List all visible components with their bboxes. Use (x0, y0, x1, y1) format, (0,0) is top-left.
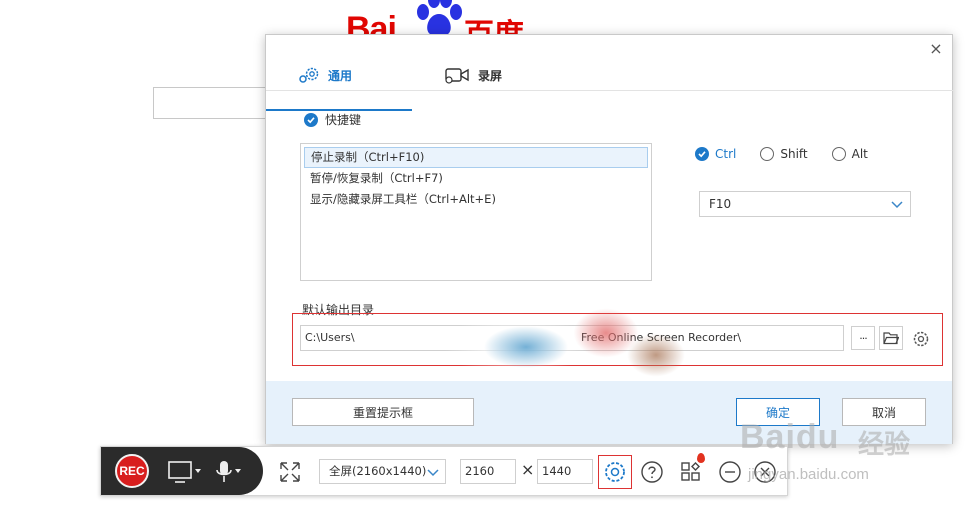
screen-source-button[interactable] (167, 459, 203, 485)
modifier-ctrl-label: Ctrl (715, 147, 737, 161)
recorder-toolbar: REC 全屏(2160x1440) 2160 × 1440 (100, 446, 788, 496)
radio-circle-icon (831, 147, 846, 161)
hotkey-item-toggle-toolbar[interactable]: 显示/隐藏录屏工具栏（Ctrl+Alt+E) (304, 189, 648, 210)
hotkey-item-stop[interactable]: 停止录制（Ctrl+F10) (304, 147, 648, 168)
browse-more-button[interactable]: ··· (851, 326, 875, 350)
baidu-watermark: Baidu (740, 418, 840, 456)
ellipsis-label: ··· (859, 331, 867, 345)
background-search-box (153, 87, 273, 119)
modifier-alt[interactable]: Alt (831, 147, 868, 161)
width-input[interactable]: 2160 (460, 459, 516, 484)
hot-flame-icon (697, 453, 705, 463)
tab-record[interactable]: 录屏 (444, 59, 502, 91)
question-mark-icon (641, 461, 663, 483)
folder-icon (883, 332, 899, 345)
modifier-alt-label: Alt (851, 147, 868, 161)
minus-circle-icon (719, 461, 741, 483)
watermark-url: jingyan.baidu.com (748, 466, 869, 483)
modifier-options: Ctrl Shift Alt (695, 147, 892, 161)
help-button[interactable] (639, 459, 665, 485)
hotkey-list[interactable]: 停止录制（Ctrl+F10) 暂停/恢复录制（Ctrl+F7) 显示/隐藏录屏工… (300, 143, 652, 281)
microphone-button[interactable] (213, 459, 243, 485)
key-dropdown-value: F10 (709, 197, 732, 211)
minimize-button[interactable] (717, 459, 743, 485)
settings-button[interactable] (598, 455, 632, 489)
chevron-down-icon (891, 201, 903, 209)
grid-icon (681, 462, 700, 481)
chevron-down-icon (427, 469, 439, 477)
hotkey-item-pause[interactable]: 暂停/恢复录制（Ctrl+F7) (304, 168, 648, 189)
dimension-separator: × (521, 460, 535, 479)
video-camera-icon (445, 68, 469, 84)
monitor-icon (168, 461, 201, 483)
tab-bar: 通用 录屏 (266, 55, 954, 111)
modifier-shift[interactable]: Shift (760, 147, 808, 161)
output-path-end: Free Online Screen Recorder\ (581, 331, 742, 344)
key-dropdown[interactable]: F10 (699, 191, 911, 217)
microphone-icon (216, 461, 241, 482)
modifier-ctrl[interactable]: Ctrl (695, 147, 736, 161)
output-settings-button[interactable] (910, 328, 932, 350)
output-path-input[interactable]: C:\Users\ Free Online Screen Recorder\ (300, 325, 844, 351)
hotkeys-section-title[interactable]: 快捷键 (304, 111, 361, 128)
expand-arrows-icon (280, 462, 300, 482)
baidu-watermark-cn: 经验 (858, 430, 911, 460)
settings-dialog: × 通用 录屏 快捷键 停止录制（Ctrl+F10) 暂停/恢复录制（Ctrl+… (265, 34, 954, 444)
tab-general[interactable]: 通用 (298, 59, 352, 91)
tab-record-label: 录屏 (478, 68, 503, 83)
tab-general-label: 通用 (328, 68, 353, 83)
dialog-footer: 重置提示框 确定 取消 (266, 381, 952, 444)
cancel-button[interactable]: 取消 (842, 398, 926, 426)
checkmark-icon (304, 112, 318, 127)
gear-icon (913, 331, 929, 347)
hotkeys-label: 快捷键 (325, 113, 362, 127)
fullscreen-button[interactable] (277, 459, 303, 485)
resolution-dropdown[interactable]: 全屏(2160x1440) (319, 459, 446, 484)
output-path-start: C:\Users\ (305, 331, 355, 344)
height-input[interactable]: 1440 (537, 459, 593, 484)
modifier-shift-label: Shift (780, 147, 808, 161)
toolbar-capture-controls: REC (101, 447, 263, 495)
reset-prompts-button[interactable]: 重置提示框 (292, 398, 474, 426)
rec-button[interactable]: REC (115, 454, 149, 488)
resolution-value: 全屏(2160x1440) (329, 464, 427, 478)
gear-icon (299, 67, 319, 83)
radio-circle-icon (760, 147, 775, 161)
gear-icon (605, 462, 625, 482)
open-folder-button[interactable] (879, 326, 903, 350)
checked-radio-icon (695, 147, 709, 161)
